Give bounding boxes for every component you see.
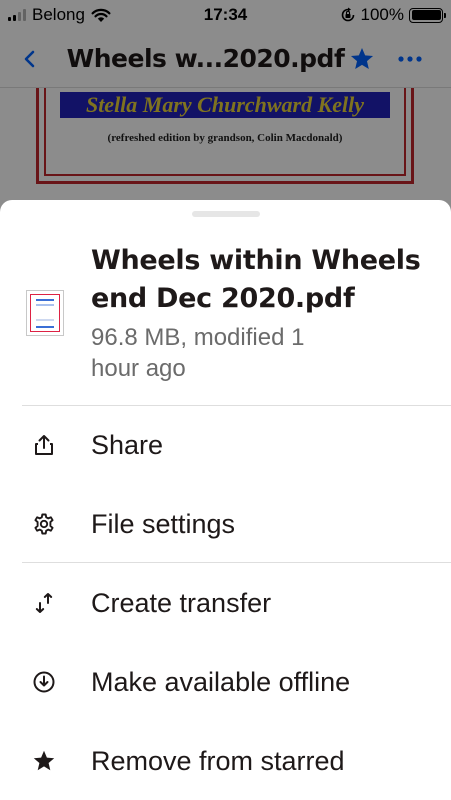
action-make-offline[interactable]: Make available offline [0,643,451,721]
dim-overlay[interactable] [0,0,451,210]
action-create-transfer[interactable]: Create transfer [0,564,451,642]
file-meta: 96.8 MB, modified 1 hour ago [91,324,305,382]
screen: Belong 17:34 100% Wheels w...2020.pdf St… [0,0,451,800]
sheet-grabber[interactable] [192,211,260,217]
gear-icon [34,513,54,535]
file-name: Wheels within Wheels end Dec 2020.pdf [91,245,421,314]
share-icon [35,435,53,455]
action-file-settings[interactable]: File settings [0,485,451,563]
pdf-thumbnail-icon [26,290,64,336]
file-header: Wheels within Wheels end Dec 2020.pdf 96… [0,238,451,405]
star-filled-icon [33,750,55,771]
action-label: Create transfer [91,588,272,618]
action-sheet: Wheels within Wheels end Dec 2020.pdf 96… [0,200,451,800]
download-circle-icon [33,671,55,693]
action-label: File settings [91,509,236,539]
action-label: Make available offline [91,667,351,697]
action-label: Remove from starred [91,746,345,776]
action-remove-starred[interactable]: Remove from starred [0,722,451,800]
pdf-viewer-background: Belong 17:34 100% Wheels w...2020.pdf St… [0,0,451,210]
divider [22,562,451,563]
action-label: Share [91,430,164,460]
transfer-arrows-icon [35,593,53,613]
action-share[interactable]: Share [0,406,451,484]
